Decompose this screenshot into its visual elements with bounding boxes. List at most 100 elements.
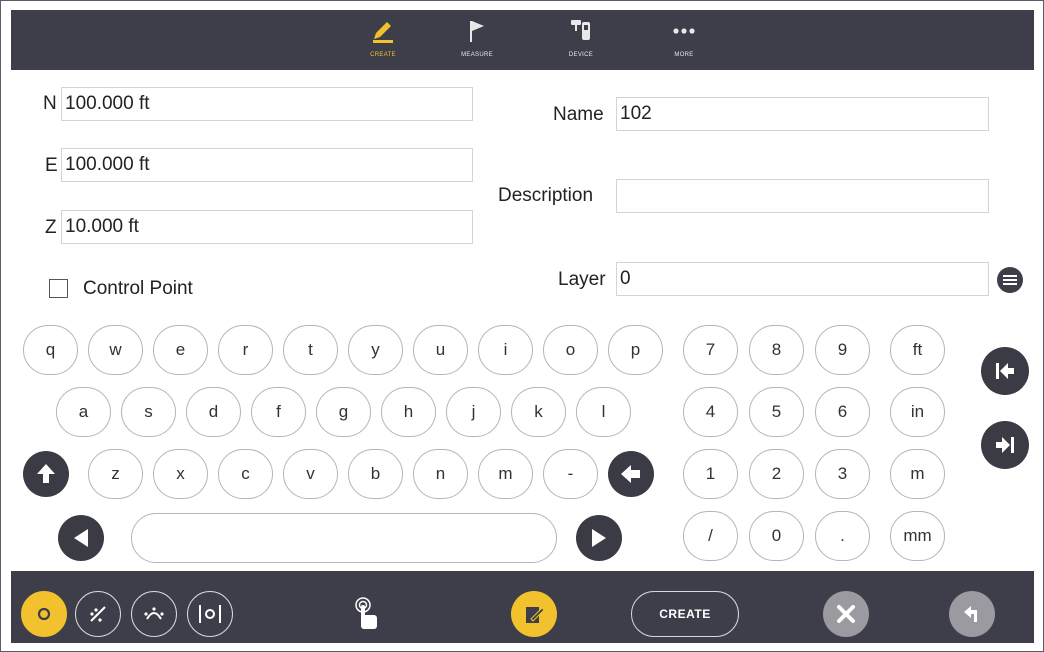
prev-field-button[interactable] [981,347,1029,395]
key-y[interactable]: y [348,325,403,375]
point-mode-button[interactable] [21,591,67,637]
triangle-right-icon [592,529,606,547]
key-q[interactable]: q [23,325,78,375]
key-c[interactable]: c [218,449,273,499]
menu-icon [1003,275,1017,285]
key-b[interactable]: b [348,449,403,499]
edit-point-button[interactable] [511,591,557,637]
key-in[interactable]: in [890,387,945,437]
key-l[interactable]: l [576,387,631,437]
create-button[interactable]: CREATE [631,591,739,637]
name-field[interactable]: 102 [616,97,989,131]
backspace-icon [621,465,640,483]
key-9[interactable]: 9 [815,325,870,375]
key-g[interactable]: g [316,387,371,437]
key-p[interactable]: p [608,325,663,375]
key-5[interactable]: 5 [749,387,804,437]
key-x[interactable]: x [153,449,208,499]
key-a[interactable]: a [56,387,111,437]
cursor-right-button[interactable] [576,515,622,561]
arc-mode-button[interactable] [131,591,177,637]
n-label: N [43,93,57,114]
key-1[interactable]: 1 [683,449,738,499]
key-u[interactable]: u [413,325,468,375]
key-0[interactable]: 0 [749,511,804,561]
nav-more-label: MORE [674,52,694,58]
close-icon [837,605,855,623]
skip-forward-icon [996,437,1014,453]
nav-device[interactable]: DEVICE [551,10,611,70]
key-w[interactable]: w [88,325,143,375]
line-points-icon [90,606,106,622]
key-i[interactable]: i [478,325,533,375]
key-m-unit[interactable]: m [890,449,945,499]
pencil-icon [370,18,396,44]
key-o[interactable]: o [543,325,598,375]
edit-note-icon [526,607,545,623]
key-dot[interactable]: . [815,511,870,561]
e-field[interactable]: 100.000 ft [61,148,473,182]
nav-more[interactable]: MORE [654,10,714,70]
more-icon [671,18,697,44]
control-point-checkbox[interactable] [49,279,68,298]
key-n[interactable]: n [413,449,468,499]
key-m[interactable]: m [478,449,533,499]
key-3[interactable]: 3 [815,449,870,499]
hand-tap-icon [355,597,377,629]
description-field[interactable] [616,179,989,213]
cursor-left-button[interactable] [58,515,104,561]
key-7[interactable]: 7 [683,325,738,375]
cancel-button[interactable] [823,591,869,637]
offset-point-icon [199,605,221,623]
nav-measure[interactable]: MEASURE [447,10,507,70]
undo-button[interactable] [949,591,995,637]
key-t[interactable]: t [283,325,338,375]
backspace-button[interactable] [608,451,654,497]
key-j[interactable]: j [446,387,501,437]
control-point-label: Control Point [83,278,193,299]
bottom-toolbar: CREATE [11,571,1034,643]
triangle-left-icon [74,529,88,547]
tap-select-button[interactable] [347,591,387,637]
undo-icon [964,606,977,622]
top-nav-bar: CREATE MEASURE DEVICE MORE [11,10,1034,70]
key-dash[interactable]: - [543,449,598,499]
e-label: E [45,155,58,176]
key-e[interactable]: e [153,325,208,375]
z-label: Z [45,217,57,238]
line-mode-button[interactable] [75,591,121,637]
key-r[interactable]: r [218,325,273,375]
key-slash[interactable]: / [683,511,738,561]
key-2[interactable]: 2 [749,449,804,499]
key-d[interactable]: d [186,387,241,437]
layer-menu-button[interactable] [997,267,1023,293]
key-z[interactable]: z [88,449,143,499]
key-4[interactable]: 4 [683,387,738,437]
layer-field[interactable]: 0 [616,262,989,296]
key-s[interactable]: s [121,387,176,437]
key-6[interactable]: 6 [815,387,870,437]
key-v[interactable]: v [283,449,338,499]
space-bar[interactable] [131,513,557,563]
skip-back-icon [996,363,1014,379]
nav-device-label: DEVICE [568,52,594,58]
key-8[interactable]: 8 [749,325,804,375]
key-h[interactable]: h [381,387,436,437]
key-k[interactable]: k [511,387,566,437]
arc-points-icon [144,607,164,620]
app-window: CREATE MEASURE DEVICE MORE N 100.000 ft … [0,0,1044,652]
device-icon [568,18,594,44]
key-mm[interactable]: mm [890,511,945,561]
next-field-button[interactable] [981,421,1029,469]
layer-label: Layer [558,269,606,290]
shift-button[interactable] [23,451,69,497]
nav-measure-label: MEASURE [461,52,493,58]
z-field[interactable]: 10.000 ft [61,210,473,244]
key-f[interactable]: f [251,387,306,437]
nav-create-label: CREATE [370,52,396,58]
offset-mode-button[interactable] [187,591,233,637]
nav-create[interactable]: CREATE [353,10,413,70]
n-field[interactable]: 100.000 ft [61,87,473,121]
key-ft[interactable]: ft [890,325,945,375]
name-label: Name [553,104,604,125]
